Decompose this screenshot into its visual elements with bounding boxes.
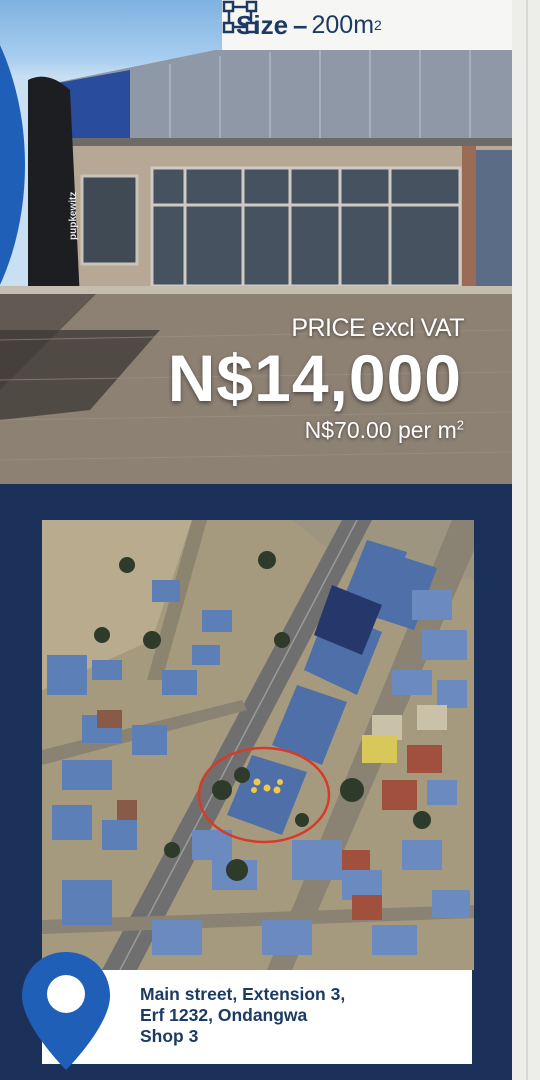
page-edge-strip [512,0,540,1080]
price-per-unit-superscript: 2 [456,417,464,433]
price-amount: N$14,000 [167,341,462,415]
aerial-map [42,520,474,970]
size-dash: – [293,9,308,40]
address-text: Main street, Extension 3, Erf 1232, Onda… [140,984,345,1047]
aerial-map-image [42,520,474,970]
address-line-2: Erf 1232, Ondangwa [140,1005,308,1025]
resize-icon [222,0,258,34]
price-caption: PRICE excl VAT [291,314,464,342]
size-tab: Size – 200m 2 [222,0,512,50]
property-photo: pupkewitz Size – 200m 2 PRICE excl VAT N$… [0,0,512,484]
location-pin-icon [22,952,110,1070]
size-unit-superscript: 2 [374,17,382,33]
price-per-unit: N$70.00 per m2 [305,417,464,444]
address-line-1: Main street, Extension 3, [140,984,346,1004]
banner-text: pupkewitz [68,192,79,240]
size-value: 200m [311,10,375,39]
price-per-unit-text: N$70.00 per m [304,417,457,443]
address-line-3: Shop 3 [140,1026,199,1046]
